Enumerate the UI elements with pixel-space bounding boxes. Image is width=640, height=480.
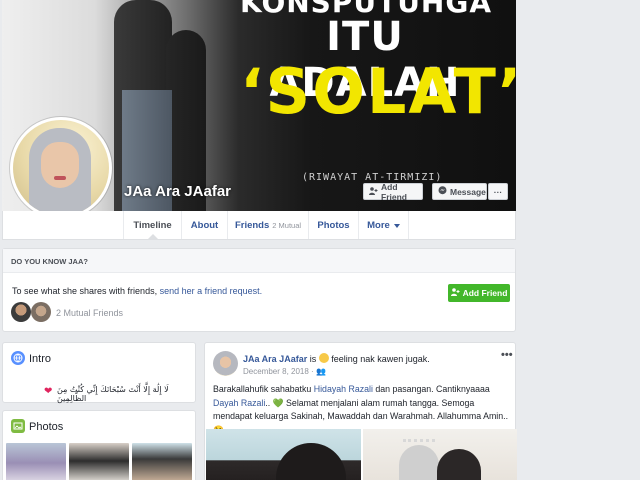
feeling-emoji-icon: [318, 353, 329, 363]
more-options-button[interactable]: ···: [488, 183, 508, 200]
avatar[interactable]: [213, 351, 238, 376]
add-friend-icon: [450, 288, 460, 298]
cover-source: (RIWAYAT AT-TIRMIZI): [302, 172, 443, 183]
photo-thumbnail[interactable]: [6, 443, 66, 480]
people-icon: 👥: [315, 367, 326, 376]
mutual-friends-link[interactable]: 2 Mutual Friends: [56, 308, 123, 318]
mutual-count: 2 Mutual: [272, 220, 302, 230]
post-date[interactable]: December 8, 2018 · 👥: [243, 367, 326, 376]
add-friend-label: Add Friend: [381, 181, 407, 202]
chevron-down-icon: [393, 223, 400, 231]
message-label: Message: [450, 186, 486, 197]
tab-more[interactable]: More: [358, 211, 409, 239]
friend-request-link[interactable]: send her a friend request.: [160, 286, 263, 296]
post-card: JAa Ara JAafar is feeling nak kawen juga…: [204, 342, 517, 480]
add-friend-icon: [369, 186, 378, 197]
post-photo[interactable]: [363, 429, 517, 480]
photos-title[interactable]: Photos: [29, 421, 63, 433]
tagged-user-link[interactable]: Dayah Razali: [213, 398, 265, 408]
tab-timeline[interactable]: Timeline: [123, 211, 181, 239]
mutual-friend-avatar[interactable]: [31, 302, 51, 322]
post-photo[interactable]: [206, 429, 361, 480]
profile-name[interactable]: JAa Ara JAafar: [124, 183, 231, 200]
intro-card: Intro ❤ لَا إِلَٰهَ إِلَّا أَنْتَ سُبْحَ…: [2, 342, 196, 403]
mutual-friend-avatar[interactable]: [11, 302, 31, 322]
cover-text: ‘SOLAT’: [240, 55, 516, 128]
photo-thumbnail[interactable]: [132, 443, 192, 480]
intro-title: Intro: [29, 353, 52, 365]
messenger-icon: [438, 186, 447, 197]
do-you-know-box: DO YOU KNOW JAA? To see what she shares …: [2, 248, 516, 332]
add-friend-green-button[interactable]: Add Friend: [448, 284, 510, 302]
photo-icon: [11, 419, 25, 433]
add-friend-button[interactable]: Add Friend: [363, 181, 423, 202]
post-author[interactable]: JAa Ara JAafar: [243, 354, 307, 364]
tab-friends[interactable]: Friends 2 Mutual: [227, 211, 308, 239]
tagged-user-link[interactable]: Hidayah Razali: [314, 384, 373, 394]
tab-about[interactable]: About: [181, 211, 227, 239]
avatar: [13, 120, 109, 216]
message-button[interactable]: Message: [432, 183, 487, 200]
post-feeling: feeling nak kawen jugak.: [328, 354, 430, 364]
profile-tabs: Timeline About Friends 2 Mutual Photos Mo…: [2, 211, 516, 240]
photo-thumbnail[interactable]: [69, 443, 129, 480]
do-you-know-text: To see what she shares with friends, sen…: [12, 286, 263, 296]
intro-bio: لَا إِلَٰهَ إِلَّا أَنْتَ سُبْحَانَكَ إِ…: [57, 385, 169, 403]
tab-photos[interactable]: Photos: [308, 211, 358, 239]
profile-picture[interactable]: [10, 117, 112, 219]
heart-icon: ❤: [44, 386, 53, 397]
globe-icon: [11, 351, 25, 365]
post-menu-icon[interactable]: •••: [501, 349, 513, 361]
do-you-know-heading: DO YOU KNOW JAA?: [3, 249, 515, 273]
post-header: JAa Ara JAafar is feeling nak kawen juga…: [243, 353, 430, 364]
